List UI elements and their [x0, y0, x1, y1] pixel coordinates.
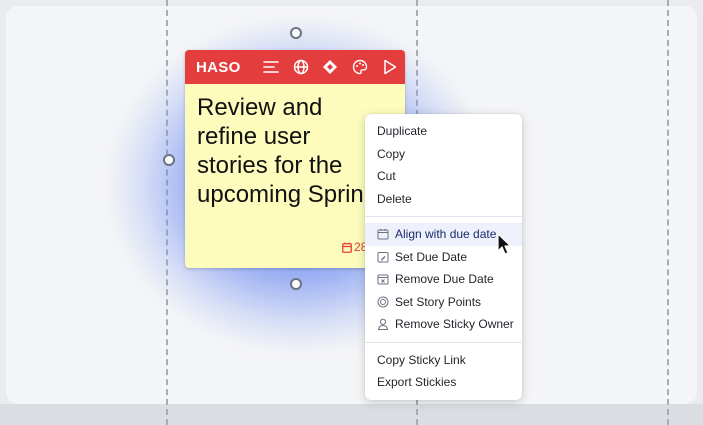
menu-item-label: Set Due Date — [395, 249, 468, 264]
menu-item-copy-sticky-link[interactable]: Copy Sticky Link — [365, 349, 522, 372]
menu-item-export-stickies[interactable]: Export Stickies — [365, 371, 522, 394]
menu-item-duplicate[interactable]: Duplicate — [365, 120, 522, 143]
menu-item-label: Cut — [377, 169, 396, 184]
globe-icon[interactable] — [286, 50, 316, 84]
sticky-owner-label[interactable]: HASO — [196, 59, 256, 76]
calendar-edit-icon — [377, 251, 389, 263]
due-date-badge[interactable]: 28 — [342, 240, 367, 254]
palette-icon[interactable] — [345, 50, 375, 84]
text-align-icon[interactable] — [256, 50, 286, 84]
menu-item-copy[interactable]: Copy — [365, 143, 522, 166]
resize-handle-top[interactable] — [290, 27, 302, 39]
resize-handle-left[interactable] — [163, 154, 175, 166]
column-guide-line — [667, 0, 669, 425]
menu-item-label: Align with due date — [395, 227, 497, 242]
diamond-icon[interactable] — [315, 50, 345, 84]
menu-item-cut[interactable]: Cut — [365, 165, 522, 188]
resize-handle-bottom[interactable] — [290, 278, 302, 290]
mouse-pointer-icon — [497, 233, 513, 262]
menu-item-label: Remove Due Date — [395, 272, 494, 287]
calendar-icon — [342, 242, 352, 253]
menu-item-remove-sticky-owner[interactable]: Remove Sticky Owner — [365, 313, 522, 336]
story-points-icon — [377, 296, 389, 308]
menu-item-label: Export Stickies — [377, 375, 457, 390]
menu-item-set-story-points[interactable]: Set Story Points — [365, 291, 522, 314]
calendar-icon — [377, 228, 389, 240]
menu-item-label: Duplicate — [377, 124, 428, 139]
menu-item-remove-due-date[interactable]: Remove Due Date — [365, 268, 522, 291]
calendar-remove-icon — [377, 273, 389, 285]
play-icon[interactable] — [375, 50, 405, 84]
menu-item-label: Copy — [377, 146, 406, 161]
menu-item-label: Copy Sticky Link — [377, 352, 466, 367]
sticky-header: HASO — [185, 50, 405, 84]
menu-divider — [365, 341, 522, 343]
menu-item-label: Remove Sticky Owner — [395, 317, 514, 332]
user-icon — [377, 318, 389, 331]
menu-item-delete[interactable]: Delete — [365, 188, 522, 211]
menu-item-label: Delete — [377, 191, 412, 206]
board-bottom-strip — [0, 404, 703, 425]
menu-item-label: Set Story Points — [395, 294, 482, 309]
menu-divider — [365, 216, 522, 217]
